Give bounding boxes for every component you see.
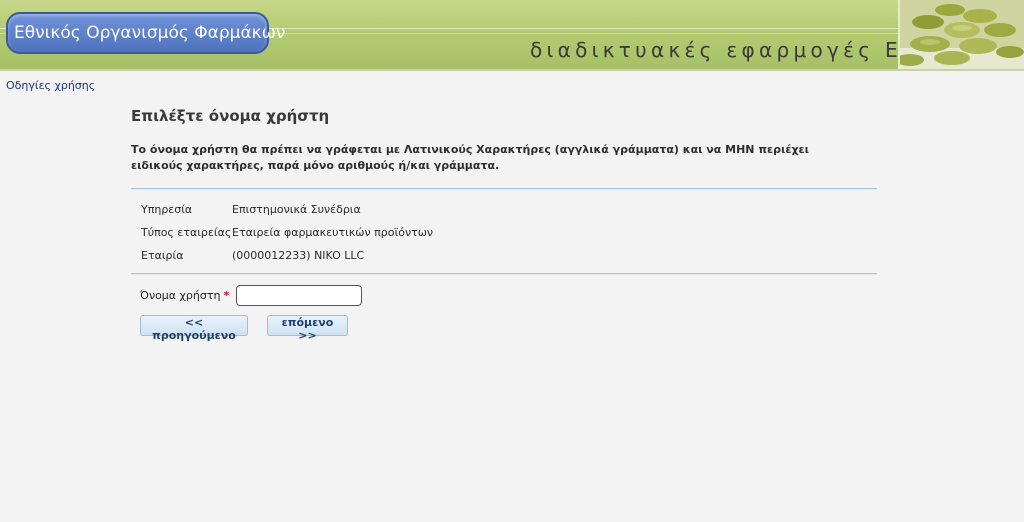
info-value: (0000012233) NIKO LLC — [232, 249, 365, 262]
instructions-text: Το όνομα χρήστη θα πρέπει να γράφεται με… — [131, 143, 809, 172]
info-label: Τύπος εταιρείας — [141, 226, 232, 239]
required-marker: * — [223, 289, 230, 302]
info-label: Εταιρία — [141, 249, 184, 262]
next-button[interactable]: επόμενο >> — [267, 315, 348, 342]
info-value: Εταιρεία φαρμακευτικών προϊόντων — [232, 226, 434, 239]
info-label: Υπηρεσία — [141, 203, 193, 216]
previous-button[interactable]: << προηγούμενο — [140, 315, 248, 342]
org-logo[interactable]: Εθνικός Οργανισμός Φαρμάκων — [6, 12, 285, 54]
info-row: Υπηρεσία Επιστημονικά Συνέδρια — [141, 198, 877, 221]
username-row: Όνομα χρήστη * — [131, 285, 877, 306]
help-link[interactable]: Οδηγίες χρήσης — [6, 79, 95, 92]
info-row: Τύπος εταιρείας Εταιρεία φαρμακευτικών π… — [141, 221, 877, 244]
nav-buttons: << προηγούμενο επόμενο >> — [131, 315, 877, 342]
page-title: Επιλέξτε όνομα χρήστη — [131, 107, 330, 125]
info-table: Υπηρεσία Επιστημονικά Συνέδρια Τύπος ετα… — [131, 190, 877, 273]
username-label: Όνομα χρήστη * — [140, 289, 236, 302]
username-label-text: Όνομα χρήστη — [140, 289, 221, 302]
header-tagline: διαδικτυακές εφαρμογές ΕΟΦ — [530, 38, 942, 62]
info-value: Επιστημονικά Συνέδρια — [232, 203, 361, 216]
pills-image — [898, 0, 1024, 69]
main-content: Επιλέξτε όνομα χρήστη Το όνομα χρήστη θα… — [131, 107, 877, 342]
info-row: Εταιρία (0000012233) NIKO LLC — [141, 244, 877, 267]
username-input[interactable] — [236, 285, 362, 306]
site-header: Εθνικός Οργανισμός Φαρμάκων διαδικτυακές… — [0, 0, 1024, 71]
divider — [131, 273, 877, 275]
